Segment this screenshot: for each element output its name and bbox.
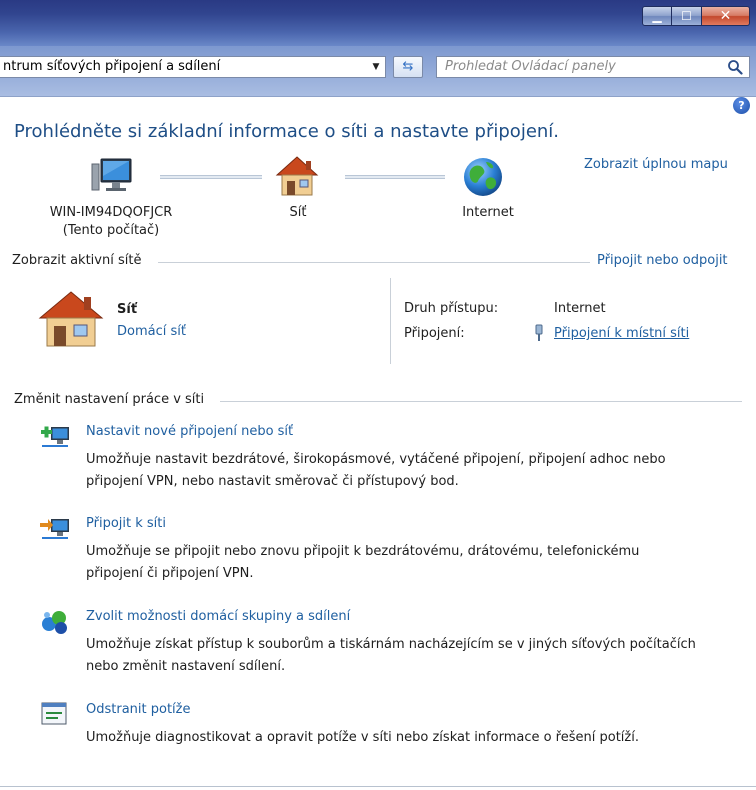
task-description-line: Umožňuje získat přístup k souborům a tis… xyxy=(86,637,696,652)
minimize-button[interactable]: ▁ xyxy=(642,6,672,26)
window-controls: ▁ ☐ ✕ xyxy=(642,6,750,26)
connect-or-disconnect-link[interactable]: Připojit nebo odpojit xyxy=(597,253,728,268)
task-description-line: připojení či připojení VPN. xyxy=(86,566,254,581)
computer-label: WIN-IM94DQOFJCR (Tento počítač) xyxy=(36,204,186,240)
network-cable-icon xyxy=(535,324,543,341)
homegroup-sharing-link[interactable]: Zvolit možnosti domácí skupiny a sdílení xyxy=(86,609,350,624)
address-toolbar: ntrum síťových připojení a sdílení ▼ ⇆ P… xyxy=(0,46,756,97)
task-description-line: připojení VPN, nebo nastavit směrovač či… xyxy=(86,474,459,489)
internet-label: Internet xyxy=(462,205,514,220)
bottom-border xyxy=(0,786,756,787)
access-type-label: Druh přístupu: xyxy=(404,301,499,316)
active-network-name: Síť xyxy=(117,302,138,317)
connect-network-icon[interactable] xyxy=(38,514,72,542)
troubleshoot-problems-link[interactable]: Odstranit potíže xyxy=(86,702,190,717)
active-networks-header: Zobrazit aktivní sítě xyxy=(12,253,142,268)
connector-computer-network xyxy=(160,175,262,179)
help-icon[interactable]: ? xyxy=(733,97,750,114)
window-title-bar: ▁ ☐ ✕ xyxy=(0,0,756,46)
home-network-icon[interactable] xyxy=(275,155,319,197)
search-input[interactable]: Prohledat Ovládací panely xyxy=(436,56,750,78)
troubleshoot-problems-description: Umožňuje diagnostikovat a opravit potíže… xyxy=(86,727,726,749)
homegroup-icon[interactable] xyxy=(38,608,72,636)
change-settings-header: Změnit nastavení práce v síti xyxy=(14,392,205,407)
page-title: Prohlédněte si základní informace o síti… xyxy=(14,121,560,142)
house-icon xyxy=(38,291,104,347)
network-node-label: Síť xyxy=(289,205,307,220)
computer-icon[interactable] xyxy=(91,156,135,196)
task-description-line: nebo změnit nastavení sdílení. xyxy=(86,659,286,674)
local-area-connection-link[interactable]: Připojení k místní síti xyxy=(554,326,689,341)
address-path-field[interactable]: ntrum síťových připojení a sdílení ▼ xyxy=(0,56,386,78)
computer-subtitle: (Tento počítač) xyxy=(62,223,160,238)
active-networks-separator xyxy=(390,278,391,364)
see-full-map-link[interactable]: Zobrazit úplnou mapu xyxy=(584,157,728,172)
maximize-button[interactable]: ☐ xyxy=(672,6,702,26)
computer-name: WIN-IM94DQOFJCR xyxy=(49,205,173,220)
search-placeholder: Prohledat Ovládací panely xyxy=(445,59,616,74)
task-description-line: Umožňuje nastavit bezdrátové, širokopásm… xyxy=(86,452,666,467)
access-type-value: Internet xyxy=(554,301,606,316)
refresh-button[interactable]: ⇆ xyxy=(393,56,423,78)
change-settings-divider xyxy=(220,401,742,402)
connector-network-internet xyxy=(345,175,445,179)
address-path-text: ntrum síťových připojení a sdílení xyxy=(3,59,221,74)
connect-to-network-description: Umožňuje se připojit nebo znovu připojit… xyxy=(86,541,726,585)
network-type-link[interactable]: Domácí síť xyxy=(117,324,186,339)
troubleshoot-icon[interactable] xyxy=(38,700,72,728)
search-icon[interactable] xyxy=(727,59,743,75)
homegroup-sharing-description: Umožňuje získat přístup k souborům a tis… xyxy=(86,634,726,678)
active-networks-divider xyxy=(158,262,590,263)
task-description-line: Umožňuje diagnostikovat a opravit potíže… xyxy=(86,730,639,745)
connection-label: Připojení: xyxy=(404,326,465,341)
setup-new-connection-link[interactable]: Nastavit nové připojení nebo síť xyxy=(86,424,293,439)
task-description-line: Umožňuje se připojit nebo znovu připojit… xyxy=(86,544,640,559)
chevron-down-icon[interactable]: ▼ xyxy=(369,57,383,77)
globe-icon[interactable] xyxy=(462,156,504,198)
setup-new-connection-description: Umožňuje nastavit bezdrátové, širokopásm… xyxy=(86,449,726,493)
setup-connection-icon[interactable] xyxy=(38,422,72,450)
close-button[interactable]: ✕ xyxy=(702,6,750,26)
connect-to-network-link[interactable]: Připojit k síti xyxy=(86,516,166,531)
